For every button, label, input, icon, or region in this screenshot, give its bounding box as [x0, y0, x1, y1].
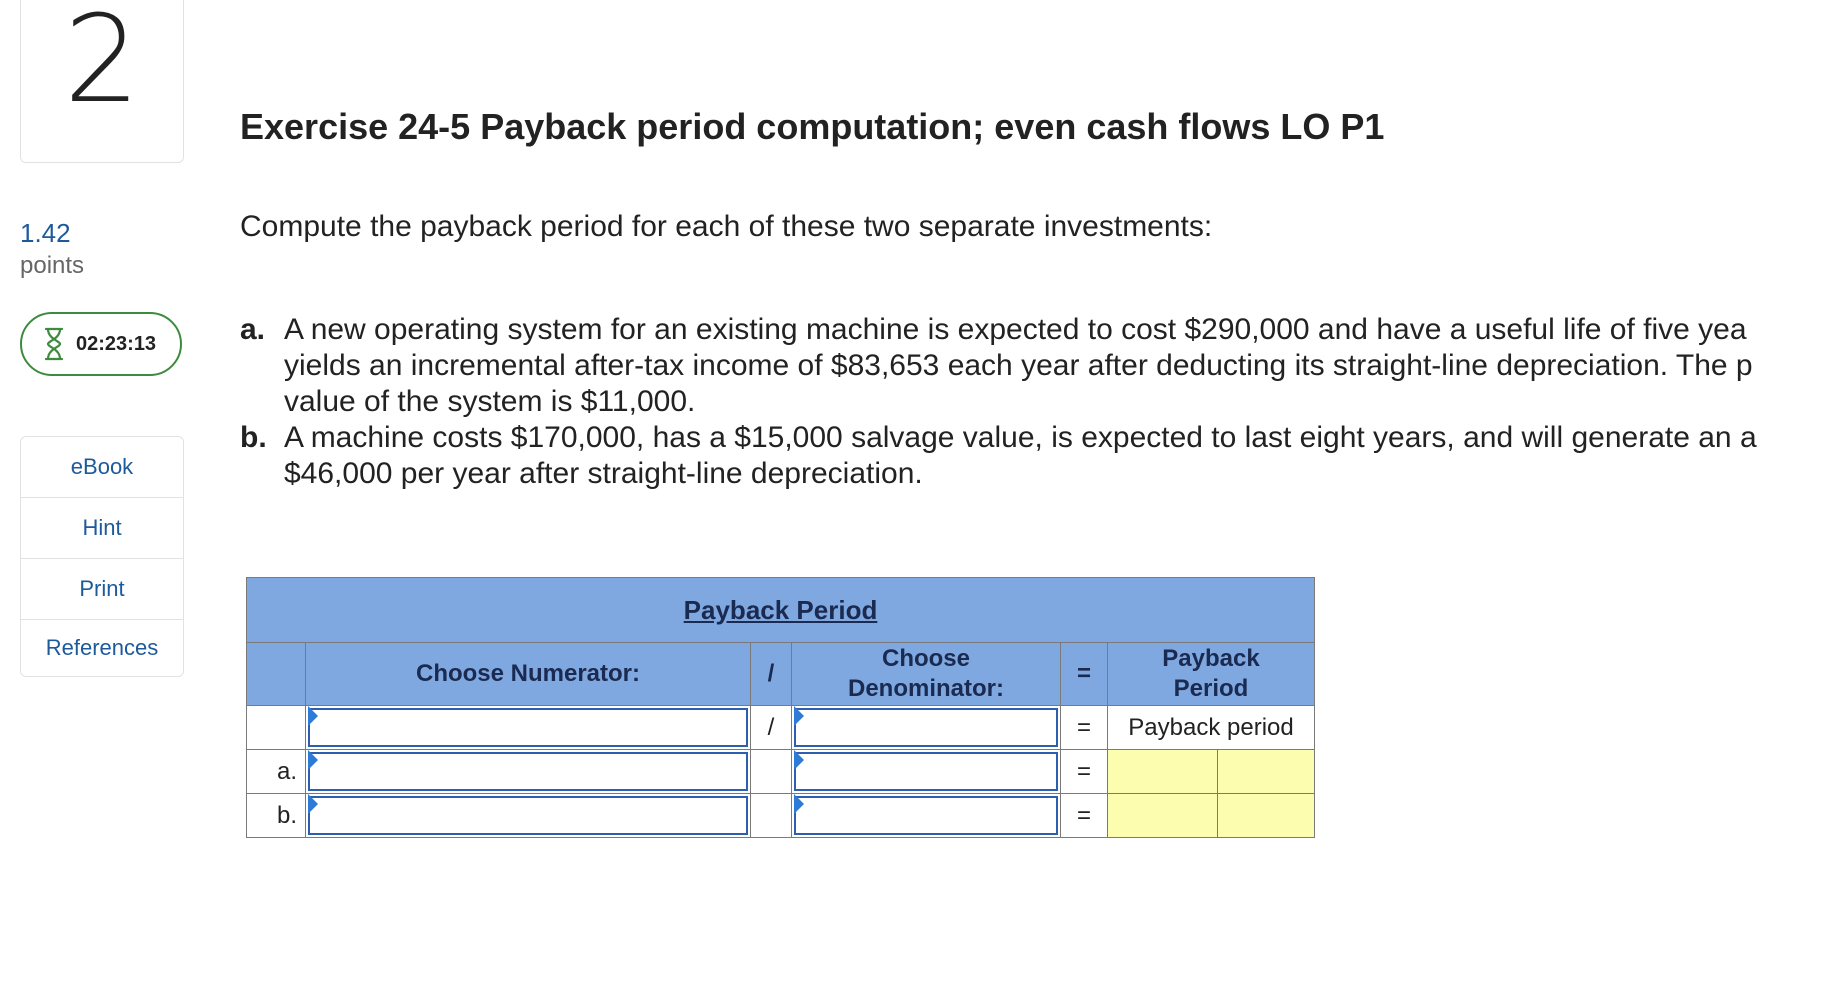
dropdown-flag-icon: [794, 794, 804, 814]
numerator-input-cell: [305, 749, 751, 794]
denominator-input-b[interactable]: [794, 796, 1058, 835]
header-result-line1: Payback: [1162, 645, 1260, 672]
equals-sign: =: [1060, 793, 1108, 838]
denominator-input-a[interactable]: [794, 752, 1058, 791]
result-label: Payback period: [1107, 705, 1315, 750]
dropdown-flag-icon: [794, 750, 804, 770]
dropdown-flag-icon: [308, 706, 318, 726]
numerator-select-cell: [305, 705, 751, 750]
item-line: yields an incremental after-tax income o…: [284, 349, 1753, 382]
timer-value: 02:23:13: [76, 332, 157, 355]
item-b: b. A machine costs $170,000, has a $15,0…: [240, 420, 1824, 492]
header-denominator-line2: Denominator:: [848, 675, 1004, 702]
header-result-line2: Period: [1173, 675, 1249, 702]
exercise-title: Exercise 24-5 Payback period computation…: [240, 106, 1385, 147]
result-input-a[interactable]: [1106, 749, 1219, 794]
denominator-select[interactable]: [794, 708, 1058, 747]
problem-items: a. A new operating system for an existin…: [240, 312, 1824, 492]
points-label: points: [20, 252, 85, 279]
side-menu: eBook Hint Print References: [20, 436, 184, 677]
divide-cell: [750, 749, 792, 794]
item-line: A new operating system for an existing m…: [284, 313, 1747, 346]
header-label-col: [246, 642, 306, 706]
dropdown-flag-icon: [308, 794, 318, 814]
question-number-box: 2: [20, 0, 184, 163]
header-numerator: Choose Numerator:: [305, 642, 751, 706]
equals-sign: =: [1060, 749, 1108, 794]
points-value: 1.42: [20, 218, 71, 248]
row-label: [246, 705, 306, 750]
equals-sign: =: [1060, 705, 1108, 750]
row-label: a.: [246, 749, 306, 794]
denominator-input-cell: [791, 793, 1061, 838]
result-unit-a[interactable]: [1217, 749, 1315, 794]
row-label: b.: [246, 793, 306, 838]
header-denominator: Choose Denominator:: [791, 642, 1061, 706]
item-letter: b.: [240, 421, 267, 454]
instruction-text: Compute the payback period for each of t…: [240, 210, 1213, 243]
header-denominator-line1: Choose: [881, 645, 970, 672]
item-letter: a.: [240, 313, 266, 346]
numerator-select[interactable]: [308, 708, 748, 747]
item-line: value of the system is $11,000.: [284, 385, 696, 418]
ebook-link[interactable]: eBook: [21, 437, 183, 498]
denominator-select-cell: [791, 705, 1061, 750]
result-unit-b[interactable]: [1217, 793, 1315, 838]
header-equals: =: [1060, 642, 1108, 706]
divide-sign: /: [750, 705, 792, 750]
numerator-input-b[interactable]: [308, 796, 748, 835]
references-link[interactable]: References: [21, 620, 183, 676]
payback-table: Payback Period Choose Numerator: / Choos…: [246, 577, 1315, 838]
denominator-input-cell: [791, 749, 1061, 794]
item-line: $46,000 per year after straight-line dep…: [284, 457, 923, 490]
dropdown-flag-icon: [308, 750, 318, 770]
question-number: 2: [63, 0, 141, 130]
divide-cell: [750, 793, 792, 838]
table-title: Payback Period: [246, 577, 1315, 643]
timer[interactable]: 02:23:13: [20, 312, 182, 376]
hourglass-icon: [44, 327, 64, 361]
header-divide: /: [750, 642, 792, 706]
numerator-input-a[interactable]: [308, 752, 748, 791]
dropdown-flag-icon: [794, 706, 804, 726]
numerator-input-cell: [305, 793, 751, 838]
print-link[interactable]: Print: [21, 559, 183, 620]
result-input-b[interactable]: [1106, 793, 1219, 838]
header-result: Payback Period: [1107, 642, 1315, 706]
item-line: A machine costs $170,000, has a $15,000 …: [284, 421, 1757, 454]
hint-link[interactable]: Hint: [21, 498, 183, 559]
item-a: a. A new operating system for an existin…: [240, 312, 1824, 420]
